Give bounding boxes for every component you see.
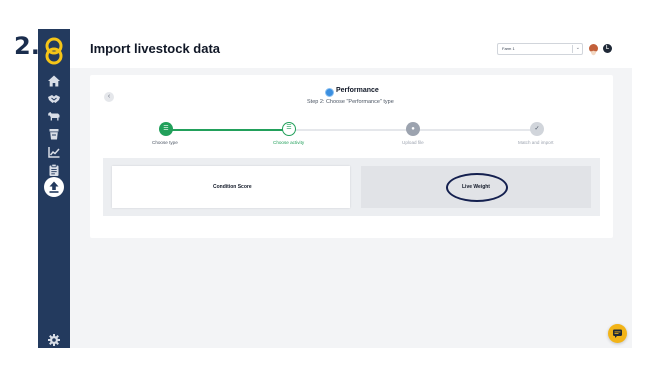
person-icon: ● bbox=[411, 126, 415, 132]
logo-icon[interactable] bbox=[44, 37, 64, 65]
list-icon: ☰ bbox=[163, 126, 169, 132]
step-3-upload-file: ● bbox=[406, 122, 420, 136]
upload-nav-item[interactable] bbox=[44, 177, 64, 197]
chart-icon[interactable] bbox=[47, 145, 61, 159]
step-1-label: Choose type bbox=[152, 140, 178, 145]
farm-avatar[interactable] bbox=[589, 44, 598, 56]
step-4-match-import: ✓ bbox=[530, 122, 544, 136]
performance-icon bbox=[325, 88, 334, 97]
page-title: Import livestock data bbox=[90, 41, 221, 56]
step-3-label: Upload file bbox=[402, 140, 424, 145]
cow-icon[interactable] bbox=[47, 109, 61, 123]
step-2-label: Choose activity bbox=[273, 140, 305, 145]
checkmark-icon: ✓ bbox=[534, 126, 540, 132]
list-icon: ☰ bbox=[286, 125, 292, 131]
sidebar bbox=[38, 29, 70, 348]
cow-head-icon bbox=[590, 50, 597, 56]
farm-select-value: Farm 1 bbox=[502, 46, 515, 51]
step-1-choose-type[interactable]: ☰ bbox=[159, 122, 173, 136]
step-subtitle: Step 2: Choose "Performance" type bbox=[307, 99, 394, 105]
chevron-down-icon: ⌄ bbox=[575, 45, 580, 51]
farm-select[interactable]: Farm 1 ⌄ bbox=[497, 43, 583, 55]
home-icon[interactable] bbox=[47, 74, 61, 88]
option-condition-score[interactable]: Condition Score bbox=[112, 166, 350, 208]
chat-button[interactable] bbox=[608, 324, 627, 343]
select-divider bbox=[572, 45, 573, 53]
import-type-title: Performance bbox=[336, 87, 379, 94]
handshake-icon[interactable] bbox=[47, 92, 61, 106]
chat-icon bbox=[613, 329, 622, 338]
progress-line-complete bbox=[166, 129, 289, 131]
gear-icon[interactable] bbox=[47, 333, 61, 347]
annotation-step-number: 2. bbox=[14, 32, 40, 60]
back-button[interactable]: ‹ bbox=[104, 92, 114, 102]
step-4-label: Match and import bbox=[518, 140, 554, 145]
user-avatar[interactable]: L bbox=[603, 44, 612, 53]
chevron-left-icon: ‹ bbox=[107, 93, 111, 100]
clipboard-icon[interactable] bbox=[47, 163, 61, 177]
option-label: Condition Score bbox=[213, 184, 252, 190]
feed-bin-icon[interactable] bbox=[47, 127, 61, 141]
upload-icon bbox=[49, 181, 59, 193]
step-2-choose-activity[interactable]: ☰ bbox=[282, 122, 296, 136]
annotation-highlight-circle bbox=[446, 173, 508, 202]
